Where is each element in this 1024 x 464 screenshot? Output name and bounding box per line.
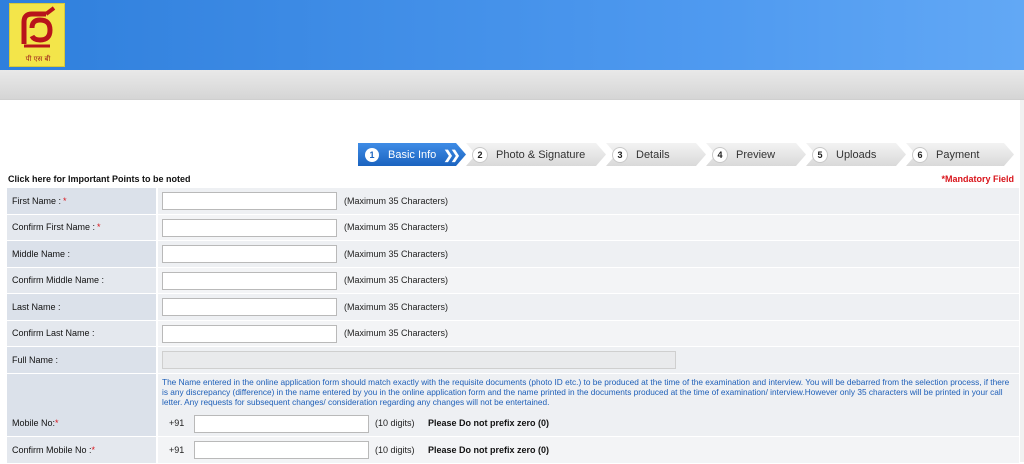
header-band xyxy=(0,70,1024,100)
digits-hint: (10 digits) xyxy=(375,418,415,429)
step-number: 3 xyxy=(613,147,627,162)
form-row-mobile: Mobile No: * +91 (10 digits) Please Do no… xyxy=(7,410,1019,437)
step-label: Photo & Signature xyxy=(496,148,586,161)
full-name-label: Full Name : xyxy=(12,354,59,365)
form-row-confirm-middle-name: Confirm Middle Name : (Maximum 35 Charac… xyxy=(7,267,1019,294)
logo-text: पी एस बी xyxy=(25,55,51,63)
form-row-confirm-mobile: Confirm Mobile No : * +91 (10 digits) Ple… xyxy=(7,437,1019,464)
step-label: Uploads xyxy=(836,148,877,161)
step-label: Payment xyxy=(936,148,980,161)
form-row-confirm-first-name: Confirm First Name : * (Maximum 35 Charac… xyxy=(7,214,1019,241)
middle-name-label: Middle Name : xyxy=(12,248,71,259)
bank-logo: पी एस बी xyxy=(9,3,65,67)
step-number: 4 xyxy=(713,147,727,162)
form-row-confirm-last-name: Confirm Last Name : (Maximum 35 Characte… xyxy=(7,320,1019,347)
step-basic-info[interactable]: 1 Basic Info ❯❯ xyxy=(358,143,466,166)
full-name-input xyxy=(162,351,676,369)
form-row-first-name: First Name : * (Maximum 35 Characters) xyxy=(7,188,1019,215)
confirm-middle-name-label: Confirm Middle Name : xyxy=(12,275,105,286)
step-uploads[interactable]: 5 Uploads xyxy=(806,143,906,166)
mobile-label: Mobile No: xyxy=(12,418,56,429)
step-number: 6 xyxy=(913,147,927,162)
mobile-input[interactable] xyxy=(194,414,369,433)
max-chars-hint: (Maximum 35 Characters) xyxy=(344,248,449,259)
step-number: 2 xyxy=(473,147,487,162)
name-matching-note: The Name entered in the online applicati… xyxy=(158,373,1019,411)
step-number: 1 xyxy=(365,147,379,162)
step-photo-signature[interactable]: 2 Photo & Signature xyxy=(466,143,606,166)
logo-emblem-icon xyxy=(21,6,56,48)
confirm-middle-name-input[interactable] xyxy=(162,271,337,290)
mandatory-field-note: *Mandatory Field xyxy=(941,174,1014,184)
step-number: 5 xyxy=(813,147,827,162)
form-row-last-name: Last Name : (Maximum 35 Characters) xyxy=(7,294,1019,321)
required-marker: * xyxy=(97,222,101,233)
form-row-full-name: Full Name : xyxy=(7,347,1019,374)
country-code: +91 xyxy=(169,444,185,455)
basic-info-form: First Name : * (Maximum 35 Characters) Co… xyxy=(7,188,1019,464)
digits-hint: (10 digits) xyxy=(375,444,415,455)
form-row-middle-name: Middle Name : (Maximum 35 Characters) xyxy=(7,241,1019,268)
confirm-first-name-label: Confirm First Name : xyxy=(12,222,96,233)
confirm-last-name-label: Confirm Last Name : xyxy=(12,328,95,339)
max-chars-hint: (Maximum 35 Characters) xyxy=(344,275,449,286)
middle-name-input[interactable] xyxy=(162,245,337,263)
max-chars-hint: (Maximum 35 Characters) xyxy=(344,301,449,312)
required-marker: * xyxy=(55,418,59,429)
step-label: Details xyxy=(636,148,670,161)
required-marker: * xyxy=(63,195,67,206)
confirm-last-name-input[interactable] xyxy=(162,324,337,343)
max-chars-hint: (Maximum 35 Characters) xyxy=(344,222,449,233)
step-details[interactable]: 3 Details xyxy=(606,143,706,166)
double-chevron-right-icon: ❯❯ xyxy=(443,147,460,162)
step-label: Preview xyxy=(736,148,776,161)
max-chars-hint: (Maximum 35 Characters) xyxy=(344,328,449,339)
step-preview[interactable]: 4 Preview xyxy=(706,143,806,166)
first-name-input[interactable] xyxy=(162,192,337,210)
confirm-mobile-label: Confirm Mobile No : xyxy=(12,444,92,455)
scrollbar[interactable] xyxy=(1020,100,1024,462)
country-code: +91 xyxy=(169,418,185,429)
application-steps: 1 Basic Info ❯❯ 2 Photo & Signature 3 De… xyxy=(358,143,1018,166)
important-points-link[interactable]: Click here for Important Points to be no… xyxy=(8,174,191,184)
zero-prefix-warning: Please Do not prefix zero (0) xyxy=(428,418,550,429)
last-name-input[interactable] xyxy=(162,298,337,316)
required-marker: * xyxy=(91,444,96,455)
step-payment[interactable]: 6 Payment xyxy=(906,143,1014,166)
form-row-name-note: The Name entered in the online applicati… xyxy=(7,373,1019,411)
site-header: पी एस बी xyxy=(0,0,1024,70)
confirm-first-name-input[interactable] xyxy=(162,218,337,237)
step-label: Basic Info xyxy=(388,148,437,161)
last-name-label: Last Name : xyxy=(12,301,61,312)
first-name-label: First Name : xyxy=(12,195,62,206)
confirm-mobile-input[interactable] xyxy=(194,441,369,459)
zero-prefix-warning: Please Do not prefix zero (0) xyxy=(428,444,550,455)
max-chars-hint: (Maximum 35 Characters) xyxy=(344,195,449,206)
